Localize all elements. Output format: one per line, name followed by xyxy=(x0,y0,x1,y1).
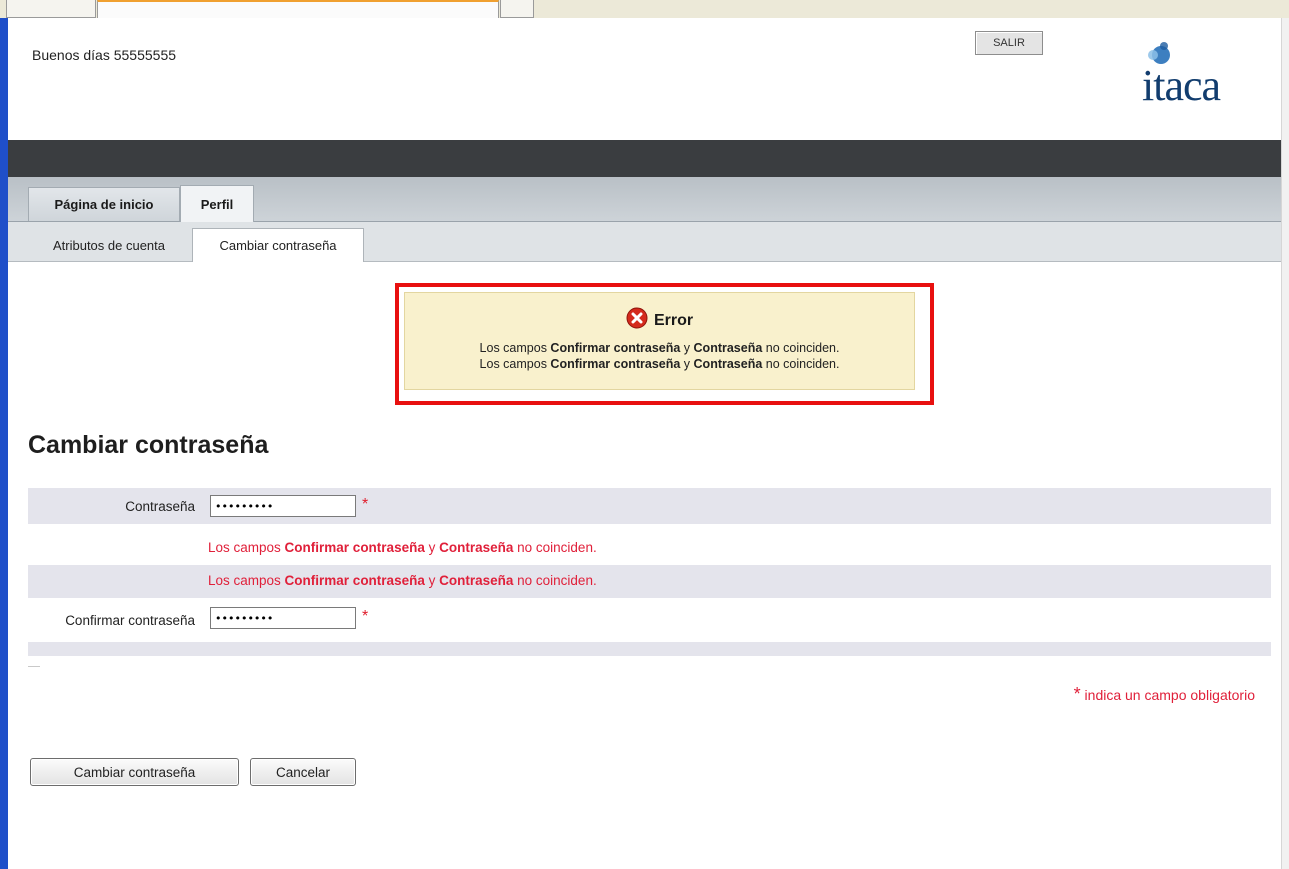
confirm-password-input[interactable] xyxy=(210,607,356,629)
main-tabs: Página de inicio Perfil xyxy=(8,177,1281,222)
logo-text: itaca xyxy=(1142,61,1221,110)
password-row: Contraseña * xyxy=(28,488,1271,524)
divider xyxy=(28,666,40,667)
window-left-border xyxy=(0,18,8,869)
browser-tab-new[interactable] xyxy=(500,0,534,18)
scrollbar[interactable] xyxy=(1281,18,1289,869)
subtab-atributos-de-cuenta[interactable]: Atributos de cuenta xyxy=(28,230,190,260)
confirm-password-label: Confirmar contraseña xyxy=(65,613,195,628)
error-highlight-frame: Error Los campos Confirmar contraseña y … xyxy=(395,283,934,405)
itaca-logo[interactable]: itaca xyxy=(1136,38,1246,118)
field-error-row: Los campos Confirmar contraseña y Contra… xyxy=(28,565,1271,598)
error-x-icon xyxy=(626,307,648,334)
field-error-text: Los campos Confirmar contraseña y Contra… xyxy=(208,540,597,555)
required-mark: * xyxy=(362,608,369,625)
logout-button[interactable]: SALIR xyxy=(975,31,1043,55)
error-line: Los campos Confirmar contraseña y Contra… xyxy=(479,341,840,355)
error-message-box: Error Los campos Confirmar contraseña y … xyxy=(404,292,915,390)
required-mark: * xyxy=(362,496,369,513)
page-title: Cambiar contraseña xyxy=(28,431,269,459)
tab-perfil[interactable]: Perfil xyxy=(180,185,254,222)
required-field-note: * indica un campo obligatorio xyxy=(1073,684,1255,704)
subtab-cambiar-contrasena[interactable]: Cambiar contraseña xyxy=(192,228,364,262)
error-title: Error xyxy=(653,311,694,329)
browser-tab-previous[interactable] xyxy=(6,0,96,18)
page: Buenos días 55555555 SALIR itaca Página … xyxy=(8,18,1281,869)
change-password-button[interactable]: Cambiar contraseña xyxy=(30,758,239,786)
field-error-row: Los campos Confirmar contraseña y Contra… xyxy=(28,534,1271,564)
password-input[interactable] xyxy=(210,495,356,517)
greeting-text: Buenos días 55555555 xyxy=(32,47,177,63)
confirm-password-row: Confirmar contraseña * xyxy=(28,602,1271,638)
error-line: Los campos Confirmar contraseña y Contra… xyxy=(479,357,840,371)
header-band xyxy=(8,140,1281,177)
tab-pagina-de-inicio[interactable]: Página de inicio xyxy=(28,187,180,221)
password-label: Contraseña xyxy=(125,499,195,514)
browser-tabbar xyxy=(0,0,1289,20)
cancel-button[interactable]: Cancelar xyxy=(250,758,356,786)
sub-tabs: Atributos de cuenta Cambiar contraseña xyxy=(8,222,1281,262)
field-error-text: Los campos Confirmar contraseña y Contra… xyxy=(208,573,597,588)
spacer-row xyxy=(28,642,1271,656)
browser-tab-active[interactable] xyxy=(97,0,499,20)
